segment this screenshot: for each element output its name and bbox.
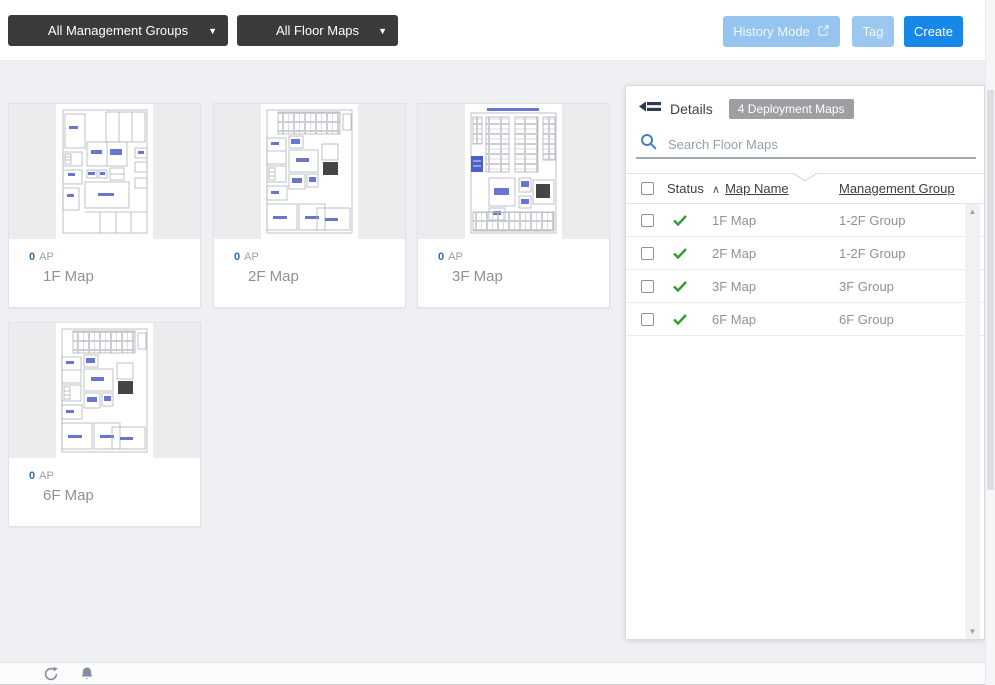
search-floor-maps-input[interactable] xyxy=(668,136,976,152)
floor-map-thumbnail xyxy=(9,323,200,458)
card-meta: 0 AP 2F Map xyxy=(214,239,405,285)
select-all-checkbox[interactable] xyxy=(641,182,654,195)
status-ok-icon xyxy=(673,280,712,292)
ap-count: 0 xyxy=(29,470,36,482)
row-map-name: 2F Map xyxy=(712,245,757,261)
ap-count-line: 0 AP xyxy=(29,251,200,263)
floor-map-thumbnail xyxy=(9,104,200,239)
floor-map-card-3f[interactable]: 0 AP 3F Map xyxy=(417,103,610,308)
sort-asc-icon: ∧ xyxy=(712,184,721,196)
topbar: All Management Groups ▼ All Floor Maps ▼… xyxy=(0,0,995,61)
ap-count-line: 0 AP xyxy=(438,251,609,263)
table-body: 1F Map 1-2F Group 2F Map 1-2F Group 3F M… xyxy=(626,204,984,336)
row-map-name: 1F Map xyxy=(712,212,757,228)
column-management-group[interactable]: Management Group xyxy=(839,181,984,196)
details-title: Details xyxy=(670,101,713,117)
history-mode-button[interactable]: History Mode xyxy=(723,16,840,47)
page-scrollbar-thumb[interactable] xyxy=(987,90,994,490)
refresh-icon[interactable] xyxy=(43,666,59,685)
row-management-group: 3F Group xyxy=(839,278,894,294)
caret-down-icon: ▼ xyxy=(378,25,387,36)
tag-button[interactable]: Tag xyxy=(852,16,894,47)
history-mode-label: History Mode xyxy=(733,24,810,39)
table-row-2f[interactable]: 2F Map 1-2F Group xyxy=(626,237,984,270)
management-groups-dropdown-label: All Management Groups xyxy=(47,23,189,38)
floor-map-card-2f[interactable]: 0 AP 2F Map xyxy=(213,103,406,308)
status-ok-icon xyxy=(673,214,712,226)
ap-count-line: 0 AP xyxy=(234,251,405,263)
floor-map-thumbnail xyxy=(214,104,405,239)
row-map-name: 6F Map xyxy=(712,311,757,327)
floor-map-card-6f[interactable]: 0 AP 6F Map xyxy=(8,322,201,527)
bell-icon[interactable] xyxy=(79,666,95,685)
ap-count: 0 xyxy=(29,251,36,263)
caret-down-icon: ▼ xyxy=(208,25,217,36)
ap-count: 0 xyxy=(438,251,445,263)
table-row-3f[interactable]: 3F Map 3F Group xyxy=(626,270,984,303)
scroll-down-icon[interactable]: ▼ xyxy=(969,624,977,639)
collapse-left-arrow-icon[interactable] xyxy=(639,99,661,119)
floor-plan-image-6f xyxy=(56,323,153,458)
column-status: Status xyxy=(667,181,704,196)
row-checkbox[interactable] xyxy=(641,213,654,227)
floor-plan-image-2f xyxy=(261,104,358,239)
details-panel: Details 4 Deployment Maps Status ∧Map Na… xyxy=(625,85,985,640)
create-button[interactable]: Create xyxy=(904,16,963,47)
management-groups-dropdown[interactable]: All Management Groups ▼ xyxy=(8,15,228,46)
floor-map-card-1f[interactable]: 0 AP 1F Map xyxy=(8,103,201,308)
footer-bar xyxy=(0,662,995,685)
ap-unit: AP xyxy=(448,251,463,263)
map-name: 6F Map xyxy=(43,487,94,504)
column-map-name[interactable]: ∧ Map Name xyxy=(712,181,839,196)
floor-plan-image-1f xyxy=(56,104,153,239)
table-header: Status ∧ Map Name Management Group xyxy=(626,173,984,204)
panel-scrollbar[interactable]: ▲ ▼ xyxy=(965,204,980,639)
row-checkbox[interactable] xyxy=(641,246,654,260)
ap-unit: AP xyxy=(39,251,54,263)
floor-map-thumbnail xyxy=(418,104,609,239)
ap-unit: AP xyxy=(39,470,54,482)
ap-unit: AP xyxy=(244,251,259,263)
card-meta: 0 AP 1F Map xyxy=(9,239,200,285)
search-icon xyxy=(640,133,657,155)
ap-count: 0 xyxy=(234,251,241,263)
panel-notch xyxy=(793,173,817,182)
row-management-group: 1-2F Group xyxy=(839,245,906,261)
details-panel-header: Details 4 Deployment Maps xyxy=(639,99,854,119)
map-name: 3F Map xyxy=(452,268,503,285)
row-management-group: 6F Group xyxy=(839,311,894,327)
row-checkbox[interactable] xyxy=(641,279,654,293)
search-row xyxy=(636,131,976,159)
status-ok-icon xyxy=(673,247,712,259)
floor-plan-image-3f xyxy=(465,104,562,239)
row-map-name: 3F Map xyxy=(712,278,757,294)
external-link-icon xyxy=(817,24,830,40)
ap-count-line: 0 AP xyxy=(29,470,200,482)
map-name: 2F Map xyxy=(248,268,299,285)
floor-maps-dropdown-label: All Floor Maps xyxy=(275,23,360,38)
page-scrollbar[interactable] xyxy=(985,0,995,685)
card-meta: 0 AP 6F Map xyxy=(9,458,200,504)
row-management-group: 1-2F Group xyxy=(839,212,906,228)
card-meta: 0 AP 3F Map xyxy=(418,239,609,285)
floor-maps-dropdown[interactable]: All Floor Maps ▼ xyxy=(237,15,398,46)
table-row-1f[interactable]: 1F Map 1-2F Group xyxy=(626,204,984,237)
table-row-6f[interactable]: 6F Map 6F Group xyxy=(626,303,984,336)
map-name: 1F Map xyxy=(43,268,94,285)
deployment-maps-badge: 4 Deployment Maps xyxy=(728,99,854,119)
status-ok-icon xyxy=(673,313,712,325)
scroll-up-icon[interactable]: ▲ xyxy=(969,204,977,219)
row-checkbox[interactable] xyxy=(641,312,654,326)
